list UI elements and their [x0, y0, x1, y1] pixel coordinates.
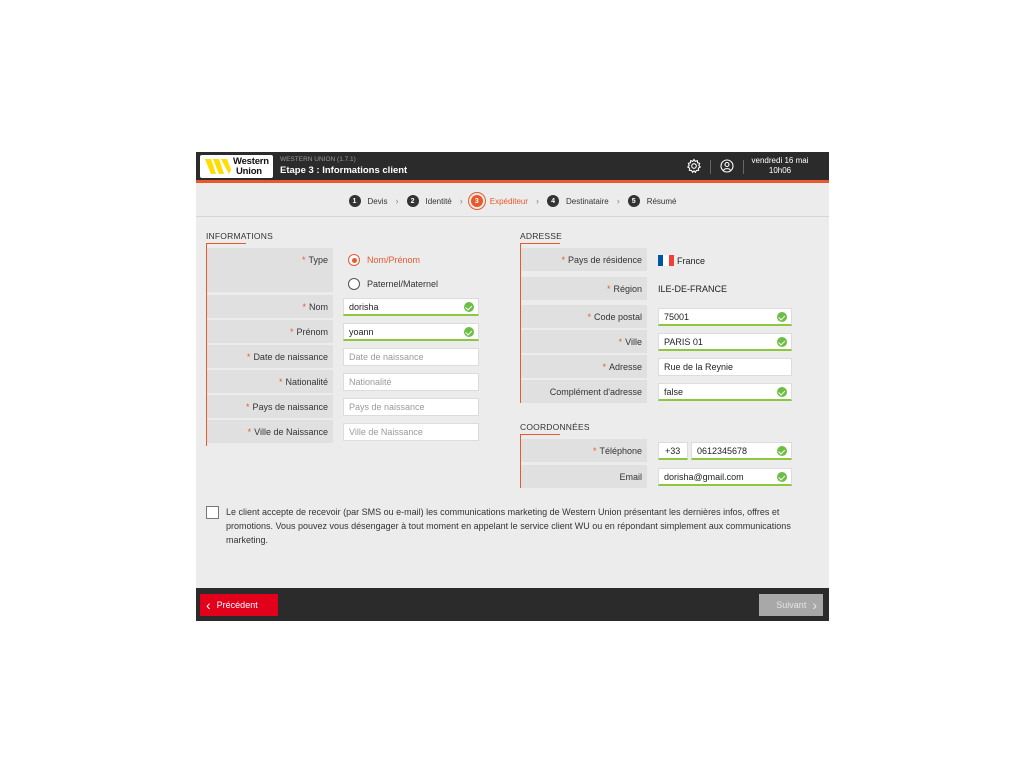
marketing-consent-text: Le client accepte de recevoir (par SMS o… [226, 507, 791, 545]
valid-check-icon [777, 387, 787, 397]
chevron-right-icon: › [536, 196, 540, 206]
chevron-right-icon: › [395, 196, 399, 206]
footer-bar: ‹ Précédent Suivant › [196, 588, 829, 621]
label-ville-naissance: * Ville de Naissance [207, 420, 333, 443]
ville-input[interactable]: PARIS 01 [658, 333, 792, 351]
chevron-left-icon: ‹ [206, 597, 211, 613]
label-ville: * Ville [521, 330, 647, 353]
logo-text: Western Union [233, 156, 269, 177]
label-email: Email [521, 465, 647, 488]
next-button[interactable]: Suivant › [759, 594, 823, 616]
prenom-input[interactable]: yoann [343, 323, 479, 341]
chevron-right-icon: › [616, 196, 620, 206]
date-time: vendredi 16 mai 10h06 [751, 156, 809, 175]
western-union-logo: Western Union [200, 155, 273, 178]
ville-naissance-input[interactable]: Ville de Naissance [343, 423, 479, 441]
section-underline [520, 243, 560, 244]
label-date-naissance: * Date de naissance [207, 345, 333, 368]
header-divider [710, 160, 711, 174]
label-nom: * Nom [207, 295, 333, 318]
step-expediteur[interactable]: 3 Expéditeur [470, 195, 528, 207]
label-pays-naissance: * Pays de naissance [207, 395, 333, 418]
previous-button[interactable]: ‹ Précédent [200, 594, 278, 616]
step-resume[interactable]: 5 Résumé [627, 195, 677, 207]
section-title-adresse: Adresse [520, 231, 563, 241]
valid-check-icon [777, 337, 787, 347]
label-telephone: * Téléphone [521, 439, 647, 462]
radio-nom-prenom[interactable]: Nom/Prénom [348, 254, 420, 266]
step-destinataire[interactable]: 4 Destinataire [547, 195, 609, 207]
label-adresse: * Adresse [521, 355, 647, 378]
radio-circle [348, 254, 360, 266]
label-code-postal: * Code postal [521, 305, 647, 328]
chevron-right-icon: › [812, 597, 817, 613]
label-complement-adresse: Complément d'adresse [521, 380, 647, 403]
label-pays-residence: * Pays de résidence [521, 248, 647, 271]
support-icon[interactable] [719, 158, 735, 174]
page-title: Etape 3 : Informations client [280, 165, 408, 176]
label-nationalite: * Nationalité [207, 370, 333, 393]
pays-naissance-input[interactable]: Pays de naissance [343, 398, 479, 416]
telephone-prefix-input[interactable]: +33 [658, 442, 688, 460]
pays-residence-value[interactable]: France [658, 255, 705, 266]
section-title-coordonnees: Coordonnées [520, 422, 590, 432]
france-flag-icon [658, 255, 674, 266]
radio-paternel-maternel[interactable]: Paternel/Maternel [348, 278, 438, 290]
telephone-input[interactable]: 0612345678 [691, 442, 792, 460]
marketing-consent-checkbox[interactable] [206, 506, 219, 519]
wu-logo-icon [205, 159, 231, 174]
date-naissance-input[interactable]: Date de naissance [343, 348, 479, 366]
section-title-informations: Informations [206, 231, 273, 241]
valid-check-icon [464, 302, 474, 312]
email-input[interactable]: dorisha@gmail.com [658, 468, 792, 486]
app-version: WESTERN UNION (1.7.1) [280, 156, 356, 163]
label-prenom: * Prénom [207, 320, 333, 343]
valid-check-icon [464, 327, 474, 337]
section-underline [520, 434, 560, 435]
nationalite-input[interactable]: Nationalité [343, 373, 479, 391]
chevron-right-icon: › [459, 196, 463, 206]
region-value: ILE-DE-FRANCE [658, 284, 728, 294]
app-window: Western Union WESTERN UNION (1.7.1) Etap… [196, 152, 829, 621]
nom-input[interactable]: dorisha [343, 298, 479, 316]
code-postal-input[interactable]: 75001 [658, 308, 792, 326]
adresse-input[interactable]: Rue de la Reynie [658, 358, 792, 376]
header-bar: Western Union WESTERN UNION (1.7.1) Etap… [196, 152, 829, 183]
gear-icon[interactable] [686, 158, 702, 174]
valid-check-icon [777, 446, 787, 456]
valid-check-icon [777, 472, 787, 482]
step-identite[interactable]: 2 Identité [406, 195, 452, 207]
valid-check-icon [777, 312, 787, 322]
progress-stepper: 1 Devis › 2 Identité › 3 Expéditeur › 4 … [196, 186, 829, 217]
step-devis[interactable]: 1 Devis [348, 195, 388, 207]
label-region: * Région [521, 277, 647, 300]
complement-adresse-input[interactable]: false [658, 383, 792, 401]
label-type: * Type [207, 248, 333, 292]
section-underline [206, 243, 246, 244]
radio-circle [348, 278, 360, 290]
